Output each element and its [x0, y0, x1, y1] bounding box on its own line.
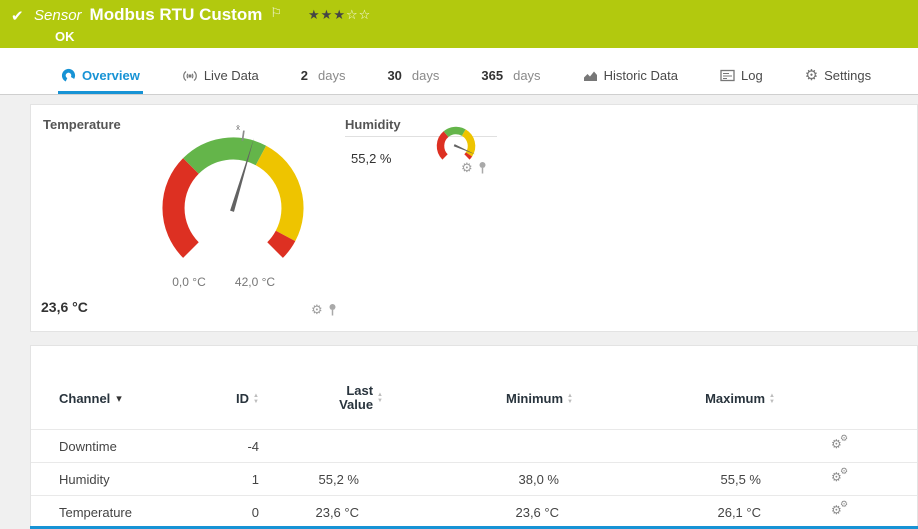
- tab-label: Overview: [82, 68, 140, 83]
- log-list-icon: [720, 69, 735, 82]
- channel-settings-icon[interactable]: ⚙ ⚙: [831, 466, 849, 486]
- tab-365-days[interactable]: 365 days: [478, 68, 543, 94]
- temperature-gauge: x̄ 0,0 °C 42,0 °C: [143, 115, 323, 313]
- sort-arrows-icon: ▲ ▼: [377, 392, 383, 404]
- average-marker-label: x̄: [236, 123, 240, 132]
- sort-header-channel[interactable]: Channel ▾: [59, 391, 122, 406]
- tab-number: 30: [387, 68, 402, 83]
- gauge-max-label: 42,0 °C: [234, 275, 276, 289]
- tab-number: 2: [300, 68, 308, 83]
- prtg-sensor-page: ✔ Sensor Modbus RTU Custom ⚐ ★★★☆☆ OK Overv…: [0, 0, 918, 529]
- stars-filled: ★★★: [308, 7, 346, 22]
- humidity-value: 55,2 %: [351, 151, 392, 166]
- overview-gauge-icon: [61, 68, 76, 83]
- object-kind-label: Sensor: [34, 7, 82, 24]
- channel-minimum: 38,0 %: [518, 471, 559, 487]
- sort-desc-caret-icon: ▾: [116, 393, 122, 405]
- gauge-settings-gear-icon[interactable]: ⚙: [461, 161, 473, 174]
- temperature-value: 23,6 °C: [41, 299, 88, 315]
- sensor-status-badge: OK: [55, 29, 75, 44]
- channel-maximum: 55,5 %: [720, 471, 761, 487]
- channel-last-value: 55,2 %: [318, 471, 359, 487]
- channel-name: Humidity: [59, 471, 110, 487]
- flag-icon[interactable]: ⚐: [270, 5, 282, 20]
- sensor-header: ✔ Sensor Modbus RTU Custom ⚐ ★★★☆☆ OK: [0, 0, 918, 48]
- table-row-downtime: Downtime -4 ⚙ ⚙: [31, 429, 917, 462]
- tab-number: 365: [481, 68, 504, 83]
- channel-name: Downtime: [59, 438, 117, 454]
- sort-header-minimum[interactable]: Minimum ▲ ▼: [433, 391, 573, 406]
- channel-last-value: 23,6 °C: [315, 504, 359, 520]
- sensor-tab-bar: Overview Live Data 2 days 30 days 365 days …: [0, 48, 918, 95]
- tab-unit: days: [513, 68, 541, 83]
- stars-empty: ☆☆: [345, 7, 372, 22]
- gauge-min-label: 0,0 °C: [172, 275, 206, 289]
- channel-name: Temperature: [59, 504, 132, 520]
- tab-30-days[interactable]: 30 days: [384, 68, 442, 94]
- sensor-title-line: Sensor Modbus RTU Custom ⚐ ★★★☆☆: [34, 5, 371, 25]
- channels-table-panel: Channel ▾ ID ▲ ▼ Last Value ▲ ▼ Minimum ▲ ▼ …: [30, 345, 918, 526]
- channel-id: -4: [247, 438, 259, 454]
- sort-header-id[interactable]: ID ▲ ▼: [199, 391, 259, 406]
- channel-id: 1: [251, 471, 259, 487]
- tab-unit: days: [411, 68, 440, 83]
- tab-overview[interactable]: Overview: [58, 68, 143, 94]
- historic-chart-icon: [583, 71, 597, 81]
- channel-id: 0: [251, 504, 259, 520]
- pin-icon[interactable]: [478, 161, 487, 174]
- pin-icon[interactable]: [328, 303, 337, 316]
- gauge-settings-gear-icon[interactable]: ⚙: [311, 303, 323, 316]
- channel-settings-icon[interactable]: ⚙ ⚙: [831, 433, 849, 453]
- temperature-gauge-label: Temperature: [43, 117, 121, 132]
- tab-label: Historic Data: [603, 68, 678, 83]
- temperature-gauge-actions: ⚙: [311, 303, 337, 316]
- priority-stars[interactable]: ★★★☆☆: [308, 7, 371, 22]
- tab-label: Live Data: [203, 68, 259, 83]
- tab-2-days[interactable]: 2 days: [298, 68, 349, 94]
- tab-settings[interactable]: ⚙ Settings: [802, 68, 874, 94]
- sort-arrows-icon: ▲ ▼: [253, 392, 259, 405]
- temperature-gauge-svg: x̄: [162, 123, 304, 258]
- tab-unit: days: [317, 68, 346, 83]
- sort-arrows-icon: ▲ ▼: [567, 392, 573, 405]
- tab-label: Settings: [824, 68, 872, 83]
- table-row-humidity: Humidity 1 55,2 % 38,0 % 55,5 % ⚙ ⚙: [31, 462, 917, 495]
- tab-log[interactable]: Log: [717, 68, 766, 94]
- live-data-broadcast-icon: [182, 70, 197, 81]
- gauges-panel: Temperature x̄ 0,0 °C 42,0 °C 23,6 °C ⚙ …: [30, 104, 918, 332]
- channel-rows: Downtime -4 ⚙ ⚙ Humidity 1 55,2 % 38,0 % …: [31, 429, 917, 528]
- humidity-gauge-label: Humidity: [345, 117, 401, 132]
- column-label: Minimum: [505, 391, 564, 406]
- channel-settings-icon[interactable]: ⚙ ⚙: [831, 499, 849, 519]
- channel-maximum: 26,1 °C: [717, 504, 761, 520]
- sort-header-maximum[interactable]: Maximum ▲ ▼: [635, 391, 775, 406]
- channel-minimum: 23,6 °C: [515, 504, 559, 520]
- humidity-gauge-actions: ⚙: [461, 161, 487, 174]
- table-row-temperature: Temperature 0 23,6 °C 23,6 °C 26,1 °C ⚙ ⚙: [31, 495, 917, 528]
- column-label: Channel: [59, 391, 111, 406]
- sensor-title: Modbus RTU Custom: [89, 5, 263, 24]
- tab-label: Log: [740, 68, 763, 83]
- sort-arrows-icon: ▲ ▼: [769, 392, 775, 405]
- column-label: ID: [236, 391, 250, 406]
- column-label: Value: [339, 397, 374, 412]
- settings-gear-icon: ⚙: [804, 66, 819, 84]
- tab-live-data[interactable]: Live Data: [179, 68, 262, 94]
- column-label: Maximum: [705, 391, 766, 406]
- sort-header-last-value[interactable]: Last Value ▲ ▼: [279, 384, 383, 412]
- status-ok-check-icon: ✔: [11, 8, 24, 25]
- column-label: Last: [346, 383, 374, 398]
- tab-historic-data[interactable]: Historic Data: [580, 68, 681, 94]
